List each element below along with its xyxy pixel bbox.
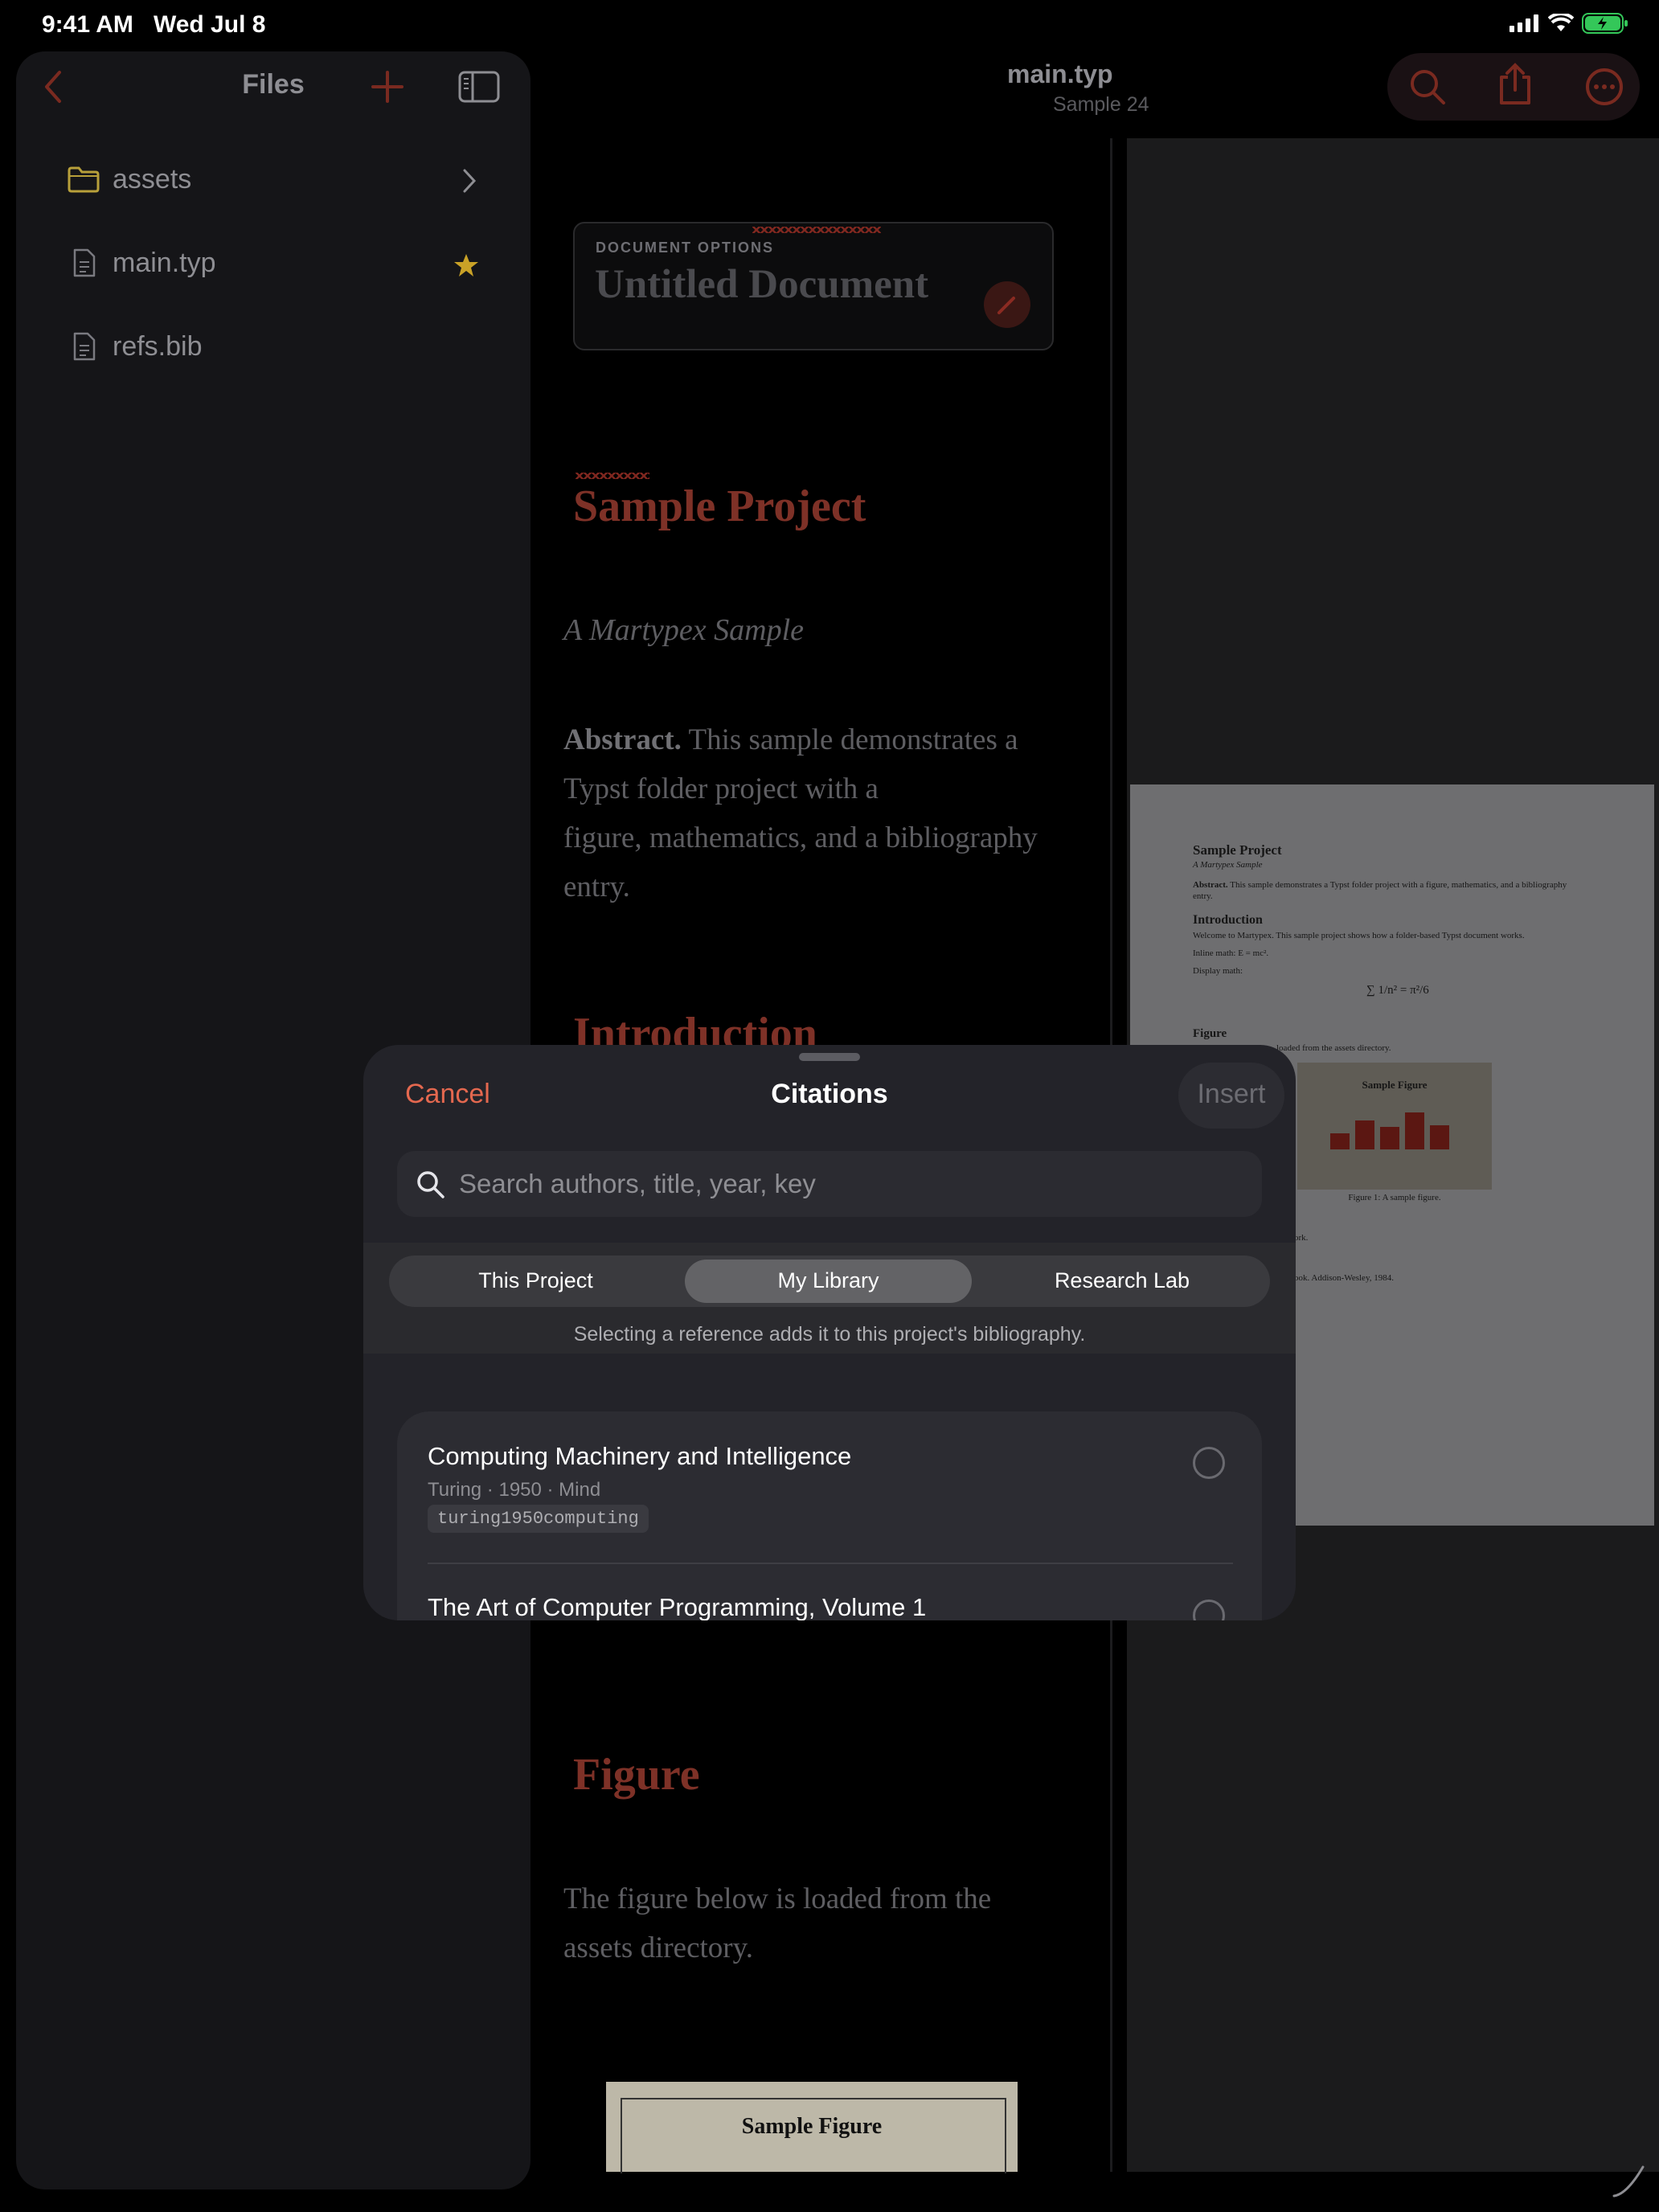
list-item-clip: The Art of Computer Programming, Volume …: [397, 1575, 1262, 1620]
reference-title: The Art of Computer Programming, Volume …: [428, 1593, 927, 1620]
sidebar-item-label: assets: [113, 164, 192, 195]
preview-math-formula: ∑ 1/n² = π²/6: [1366, 984, 1429, 997]
cellular-icon: [1509, 14, 1538, 32]
reference-key: turing1950computing: [428, 1505, 649, 1533]
sheet-grabber[interactable]: [799, 1053, 860, 1061]
sidebar-icon: [458, 71, 500, 103]
figure-thumbnail-title: Sample Figure: [741, 2114, 883, 2139]
preview-reference-fragment: ork.: [1294, 1233, 1309, 1243]
sidebar-item-refs-bib[interactable]: refs.bib: [32, 320, 514, 378]
more-icon: [1586, 68, 1623, 105]
document-title: main.typ: [1007, 59, 1113, 88]
toggle-sidebar-button[interactable]: [458, 71, 500, 107]
preview-reference-fragment: ook. Addison-Wesley, 1984.: [1294, 1273, 1394, 1283]
share-icon: [1500, 63, 1530, 104]
document-icon: [73, 332, 96, 361]
reference-meta: Turing · 1950 · Mind: [428, 1479, 601, 1501]
folder-icon: [68, 166, 100, 193]
pencil-icon: [997, 297, 1015, 314]
segment-my-library[interactable]: My Library: [685, 1268, 972, 1293]
sidebar-item-label: main.typ: [113, 248, 216, 278]
figure-paragraph: The figure below is loaded from the asse…: [563, 1882, 992, 1964]
search-placeholder: Search authors, title, year, key: [459, 1169, 816, 1198]
search-button[interactable]: [1407, 66, 1448, 112]
document-subtitle: Sample 24: [1053, 93, 1149, 116]
status-time: 9:41 AM Wed Jul 8: [42, 11, 266, 38]
sidebar-item-assets[interactable]: assets: [32, 153, 514, 211]
subtitle-text: A Martypex Sample: [563, 613, 804, 647]
preview-figure-text: loaded from the assets directory.: [1276, 1043, 1391, 1053]
search-icon: [1411, 70, 1445, 104]
list-item[interactable]: Computing Machinery and Intelligence Tur…: [428, 1439, 1233, 1535]
corner-indicator-icon: [1612, 2165, 1645, 2198]
document-options-title: Untitled Document: [595, 262, 929, 307]
plus-icon: [371, 71, 403, 103]
heading-sample-project: Sample Project: [573, 481, 866, 531]
edit-options-button[interactable]: [984, 281, 1030, 328]
preview-intro-heading: Introduction: [1193, 913, 1263, 927]
preview-figure-bars: [1330, 1112, 1449, 1149]
heading-figure: Figure: [573, 1750, 700, 1800]
select-radio[interactable]: [1193, 1447, 1225, 1479]
preview-display-math: Display math:: [1193, 966, 1243, 976]
sheet-title: Citations: [771, 1079, 888, 1109]
battery-icon: [1582, 13, 1628, 34]
add-file-button[interactable]: [370, 69, 405, 109]
insert-button[interactable]: Insert: [1178, 1079, 1284, 1110]
document-icon: [73, 248, 96, 277]
preview-title: Sample Project: [1193, 842, 1282, 858]
search-icon: [417, 1171, 444, 1198]
star-icon[interactable]: [453, 252, 479, 278]
preview-figure-heading: Figure: [1193, 1027, 1227, 1040]
bibliography-note: Selecting a reference adds it to this pr…: [573, 1323, 1086, 1346]
preview-subtitle: A Martypex Sample: [1193, 860, 1263, 870]
segment-this-project[interactable]: This Project: [389, 1268, 682, 1293]
document-options-label: DOCUMENT OPTIONS: [596, 240, 775, 256]
more-button[interactable]: [1583, 66, 1625, 112]
select-radio[interactable]: [1193, 1600, 1225, 1620]
share-button[interactable]: [1495, 63, 1535, 110]
segment-research-lab[interactable]: Research Lab: [974, 1268, 1270, 1293]
preview-figure-box-title: Sample Figure: [1362, 1079, 1428, 1091]
abstract-paragraph: Abstract. This sample demonstrates a Typ…: [563, 723, 1038, 903]
spellcheck-underline: [752, 227, 881, 233]
wifi-icon: [1548, 14, 1574, 31]
chevron-right-icon: [463, 169, 477, 193]
sidebar-item-label: refs.bib: [113, 331, 203, 362]
preview-abstract: Abstract. This sample demonstrates a Typ…: [1193, 880, 1567, 901]
preview-figure-caption: Figure 1: A sample figure.: [1348, 1193, 1441, 1202]
preview-intro-text: Welcome to Martypex. This sample project…: [1193, 931, 1525, 940]
abstract-label: Abstract.: [563, 723, 682, 756]
preview-inline-math: Inline math: E = mc².: [1193, 948, 1269, 958]
reference-title: Computing Machinery and Intelligence: [428, 1442, 852, 1470]
status-icons: [1509, 13, 1628, 34]
spellcheck-underline: [576, 473, 649, 479]
sidebar-item-main-typ[interactable]: main.typ: [32, 236, 514, 294]
row-separator: [428, 1563, 1233, 1564]
